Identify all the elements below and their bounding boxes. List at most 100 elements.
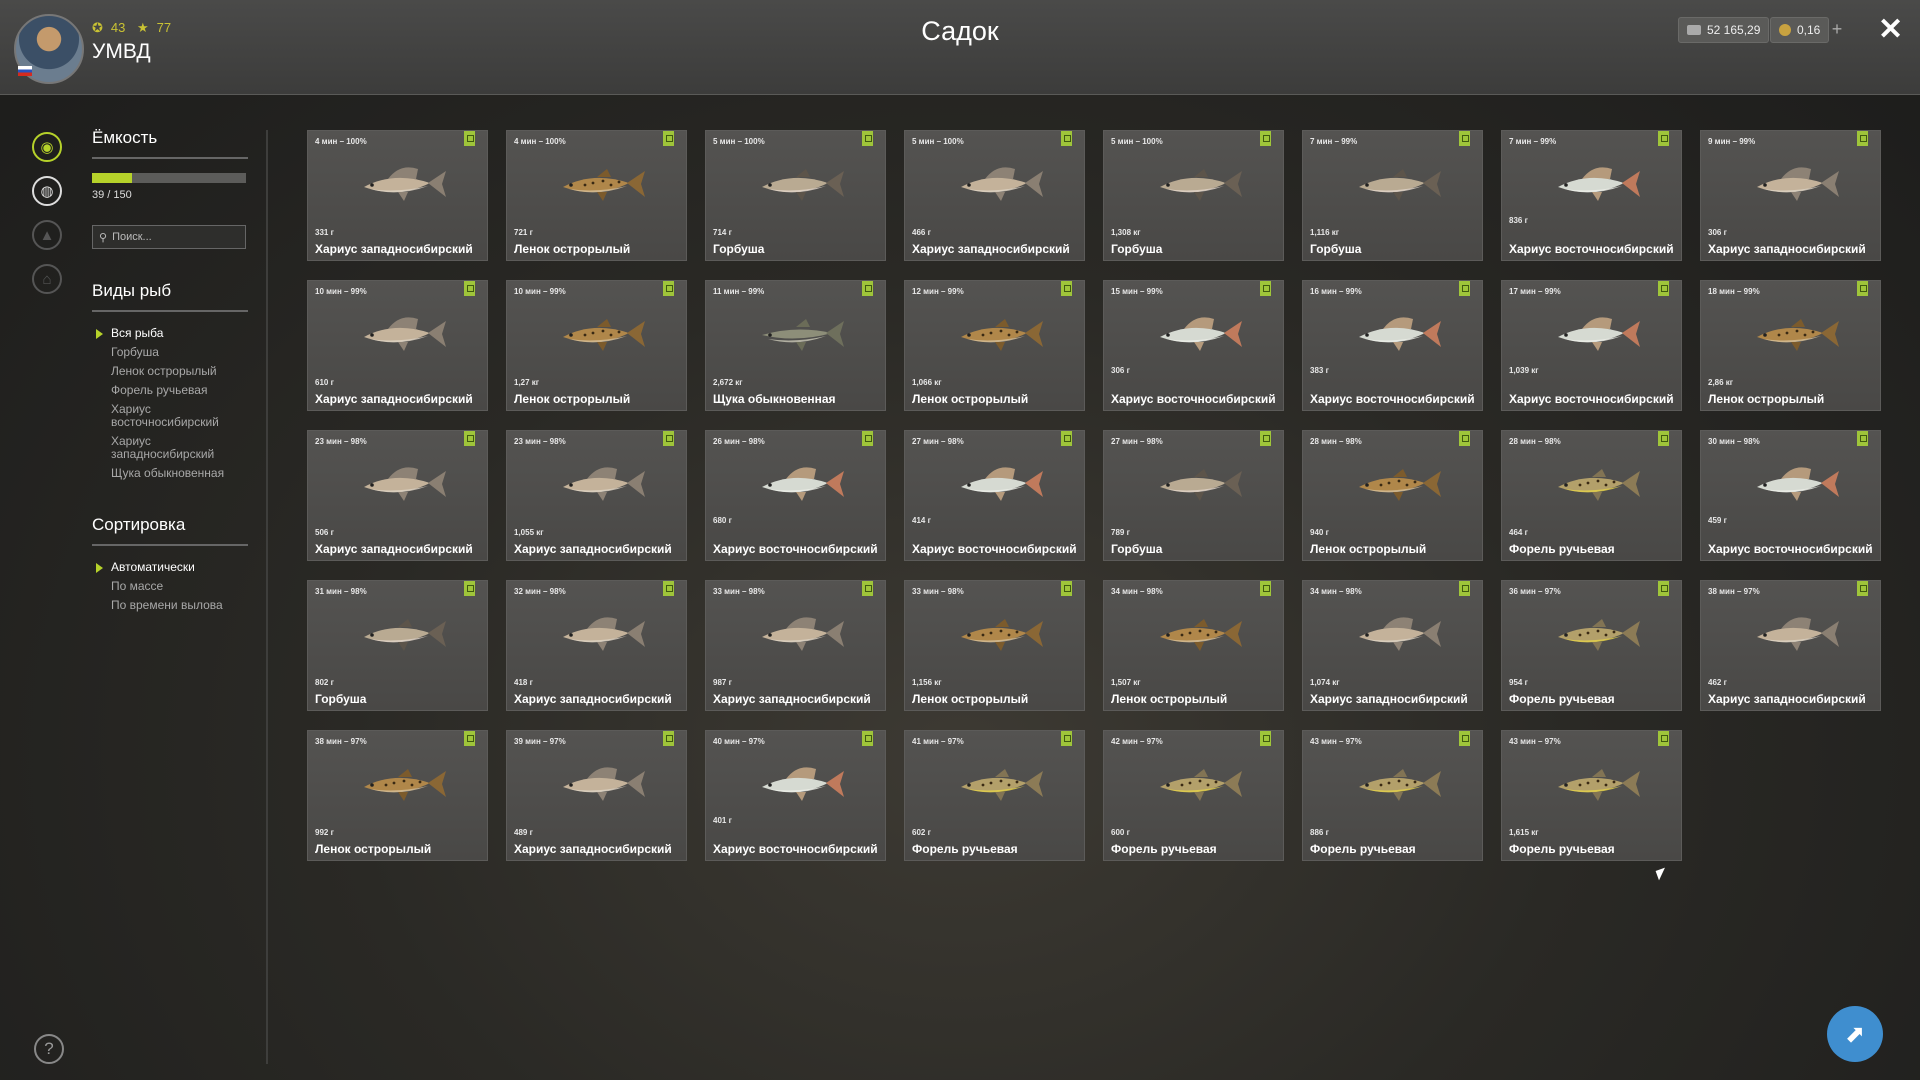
bookmark-icon[interactable]	[1061, 431, 1072, 446]
bookmark-icon[interactable]	[1260, 581, 1271, 596]
fish-card[interactable]: 10 мин – 99% 610 г Хариус западносибирск…	[307, 280, 488, 411]
species-filter-item[interactable]: Горбуша	[92, 343, 248, 362]
species-filter-item[interactable]: Вся рыба	[92, 324, 248, 343]
fish-card[interactable]: 43 мин – 97% 1,615 кг Форель ручьевая	[1501, 730, 1682, 861]
bookmark-icon[interactable]	[1260, 431, 1271, 446]
fish-card[interactable]: 15 мин – 99% 306 г Хариус восточносибирс…	[1103, 280, 1284, 411]
fish-card[interactable]: 18 мин – 99% 2,86 кг Ленок острорылый	[1700, 280, 1881, 411]
bookmark-icon[interactable]	[1658, 431, 1669, 446]
fish-card[interactable]: 41 мин – 97% 602 г Форель ручьевая	[904, 730, 1085, 861]
bookmark-icon[interactable]	[464, 731, 475, 746]
fish-card[interactable]: 16 мин – 99% 383 г Хариус восточносибирс…	[1302, 280, 1483, 411]
fish-card[interactable]: 4 мин – 100% 331 г Хариус западносибирск…	[307, 130, 488, 261]
fish-card[interactable]: 4 мин – 100% 721 г Ленок острорылый	[506, 130, 687, 261]
sort-option-item[interactable]: Автоматически	[92, 558, 248, 577]
help-icon[interactable]: ?	[34, 1034, 64, 1064]
fish-card[interactable]: 36 мин – 97% 954 г Форель ручьевая	[1501, 580, 1682, 711]
fish-card[interactable]: 7 мин – 99% 1,116 кг Горбуша	[1302, 130, 1483, 261]
bookmark-icon[interactable]	[464, 581, 475, 596]
fish-weight: 506 г	[315, 528, 334, 537]
fish-card[interactable]: 43 мин – 97% 886 г Форель ручьевая	[1302, 730, 1483, 861]
fish-card[interactable]: 23 мин – 98% 1,055 кг Хариус западносиби…	[506, 430, 687, 561]
fish-card[interactable]: 5 мин – 100% 466 г Хариус западносибирск…	[904, 130, 1085, 261]
bookmark-icon[interactable]	[1857, 131, 1868, 146]
bookmark-icon[interactable]	[1061, 131, 1072, 146]
bookmark-icon[interactable]	[862, 731, 873, 746]
sort-option-item[interactable]: По времени вылова	[92, 596, 248, 615]
fish-card[interactable]: 38 мин – 97% 992 г Ленок острорылый	[307, 730, 488, 861]
species-filter-item[interactable]: Щука обыкновенная	[92, 464, 248, 483]
bookmark-icon[interactable]	[1061, 731, 1072, 746]
fish-card[interactable]: 11 мин – 99% 2,672 кг Щука обыкновенная	[705, 280, 886, 411]
fish-card[interactable]: 31 мин – 98% 802 г Горбуша	[307, 580, 488, 711]
home-icon[interactable]: ⌂	[32, 264, 62, 294]
fish-card[interactable]: 28 мин – 98% 464 г Форель ручьевая	[1501, 430, 1682, 561]
page-title: Садок	[921, 16, 999, 46]
species-filter-item[interactable]: Хариус западносибирский	[92, 432, 248, 464]
species-filter-item[interactable]: Хариус восточносибирский	[92, 400, 248, 432]
species-filter-item[interactable]: Форель ручьевая	[92, 381, 248, 400]
keepnet-fish-icon[interactable]: ◉	[32, 132, 62, 162]
close-button[interactable]: ✕	[1878, 12, 1903, 47]
sort-option-item[interactable]: По массе	[92, 577, 248, 596]
bookmark-icon[interactable]	[1459, 731, 1470, 746]
fish-card[interactable]: 28 мин – 98% 940 г Ленок острорылый	[1302, 430, 1483, 561]
fish-card[interactable]: 12 мин – 99% 1,066 кг Ленок острорылый	[904, 280, 1085, 411]
bookmark-icon[interactable]	[1857, 281, 1868, 296]
bookmark-icon[interactable]	[464, 281, 475, 296]
bookmark-icon[interactable]	[1459, 581, 1470, 596]
bookmark-icon[interactable]	[663, 431, 674, 446]
fish-weight: 1,066 кг	[912, 378, 942, 387]
bookmark-icon[interactable]	[1459, 281, 1470, 296]
bookmark-icon[interactable]	[1459, 131, 1470, 146]
fish-card[interactable]: 42 мин – 97% 600 г Форель ручьевая	[1103, 730, 1284, 861]
bookmark-icon[interactable]	[1857, 581, 1868, 596]
fish-card[interactable]: 40 мин – 97% 401 г Хариус восточносибирс…	[705, 730, 886, 861]
bookmark-icon[interactable]	[862, 281, 873, 296]
fire-icon[interactable]: ▲	[32, 220, 62, 250]
search-input[interactable]: ⚲ Поиск...	[92, 225, 246, 249]
fish-card[interactable]: 39 мин – 97% 489 г Хариус западносибирск…	[506, 730, 687, 861]
fish-card[interactable]: 30 мин – 98% 459 г Хариус восточносибирс…	[1700, 430, 1881, 561]
fish-card[interactable]: 26 мин – 98% 680 г Хариус восточносибирс…	[705, 430, 886, 561]
add-gold-button[interactable]: +	[1826, 17, 1848, 41]
bookmark-icon[interactable]	[1658, 731, 1669, 746]
bookmark-icon[interactable]	[1658, 281, 1669, 296]
fish-card[interactable]: 33 мин – 98% 1,156 кг Ленок острорылый	[904, 580, 1085, 711]
fish-card[interactable]: 5 мин – 100% 714 г Горбуша	[705, 130, 886, 261]
fish-card[interactable]: 27 мин – 98% 789 г Горбуша	[1103, 430, 1284, 561]
bookmark-icon[interactable]	[1061, 281, 1072, 296]
bookmark-icon[interactable]	[1061, 581, 1072, 596]
fish-card[interactable]: 23 мин – 98% 506 г Хариус западносибирск…	[307, 430, 488, 561]
bookmark-icon[interactable]	[1260, 131, 1271, 146]
fish-card[interactable]: 7 мин – 99% 836 г Хариус восточносибирск…	[1501, 130, 1682, 261]
bookmark-icon[interactable]	[1658, 581, 1669, 596]
bookmark-icon[interactable]	[663, 731, 674, 746]
stringer-icon[interactable]: ◍	[32, 176, 62, 206]
fish-card[interactable]: 34 мин – 98% 1,074 кг Хариус западносиби…	[1302, 580, 1483, 711]
fish-card[interactable]: 10 мин – 99% 1,27 кг Ленок острорылый	[506, 280, 687, 411]
bookmark-icon[interactable]	[663, 131, 674, 146]
fish-card[interactable]: 27 мин – 98% 414 г Хариус восточносибирс…	[904, 430, 1085, 561]
fish-card[interactable]: 38 мин – 97% 462 г Хариус западносибирск…	[1700, 580, 1881, 711]
fish-card[interactable]: 9 мин – 99% 306 г Хариус западносибирски…	[1700, 130, 1881, 261]
bookmark-icon[interactable]	[663, 281, 674, 296]
fish-card[interactable]: 33 мин – 98% 987 г Хариус западносибирск…	[705, 580, 886, 711]
bookmark-icon[interactable]	[1459, 431, 1470, 446]
bookmark-icon[interactable]	[464, 131, 475, 146]
bookmark-icon[interactable]	[862, 131, 873, 146]
bookmark-icon[interactable]	[464, 431, 475, 446]
bookmark-icon[interactable]	[1260, 731, 1271, 746]
cursor-mode-button[interactable]: ⬈	[1827, 1006, 1883, 1062]
bookmark-icon[interactable]	[1658, 131, 1669, 146]
fish-card[interactable]: 32 мин – 98% 418 г Хариус западносибирск…	[506, 580, 687, 711]
fish-card[interactable]: 5 мин – 100% 1,308 кг Горбуша	[1103, 130, 1284, 261]
bookmark-icon[interactable]	[1260, 281, 1271, 296]
species-filter-item[interactable]: Ленок острорылый	[92, 362, 248, 381]
bookmark-icon[interactable]	[1857, 431, 1868, 446]
fish-card[interactable]: 34 мин – 98% 1,507 кг Ленок острорылый	[1103, 580, 1284, 711]
bookmark-icon[interactable]	[862, 431, 873, 446]
bookmark-icon[interactable]	[862, 581, 873, 596]
fish-card[interactable]: 17 мин – 99% 1,039 кг Хариус восточносиб…	[1501, 280, 1682, 411]
bookmark-icon[interactable]	[663, 581, 674, 596]
